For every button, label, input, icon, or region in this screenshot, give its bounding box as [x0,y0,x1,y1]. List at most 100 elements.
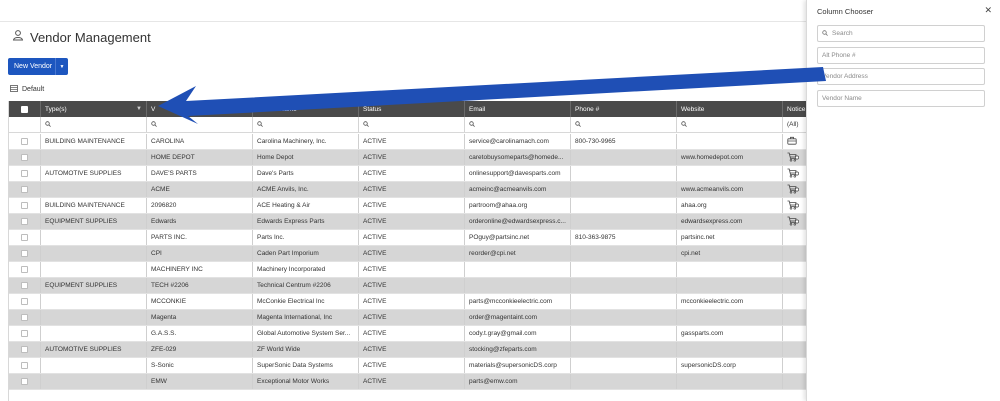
chevron-down-icon[interactable]: ▼ [55,58,68,75]
row-checkbox[interactable] [9,166,41,181]
filter-email[interactable] [465,117,571,132]
cell-notice[interactable] [783,278,808,293]
column-header-phone[interactable]: Phone # [571,101,677,117]
row-checkbox[interactable] [9,134,41,149]
column-option-vendor-address[interactable]: Vendor Address [817,68,985,85]
cart-icon[interactable] [787,200,799,212]
cell-notice[interactable] [783,182,808,197]
cell-status: ACTIVE [359,326,465,341]
cell-email: caretobuysomeparts@homede... [465,150,571,165]
table-row[interactable]: BUILDING MAINTENANCE CAROLINA Carolina Mac… [9,134,808,150]
row-checkbox[interactable] [9,230,41,245]
row-checkbox[interactable] [9,150,41,165]
cell-notice[interactable] [783,134,808,149]
table-row[interactable]: ACME ACME Anvils, Inc. ACTIVE acmeinc@acmea… [9,182,808,198]
table-row[interactable]: HOME DEPOT Home Depot ACTIVE caretobuysomep… [9,150,808,166]
filter-notices[interactable]: (All) [783,117,808,132]
row-checkbox[interactable] [9,278,41,293]
column-header-website[interactable]: Website [677,101,783,117]
cart-icon[interactable] [787,216,799,228]
filter-phone[interactable] [571,117,677,132]
grid-view-icon [10,84,18,94]
cart-icon[interactable] [787,184,799,196]
cell-email: order@magentaint.com [465,310,571,325]
table-row[interactable]: EQUIPMENT SUPPLIES TECH #2206 Technical Ce… [9,278,808,294]
new-vendor-button[interactable]: New Vendor ▼ [8,58,68,75]
row-checkbox[interactable] [9,358,41,373]
cell-website [677,134,783,149]
column-header-vendor[interactable]: V [147,101,253,117]
row-checkbox[interactable] [9,214,41,229]
cell-notice[interactable] [783,294,808,309]
cell-vendor: CAROLINA [147,134,253,149]
table-row[interactable]: Magenta Magenta International, Inc ACTIVE o… [9,310,808,326]
cell-status: ACTIVE [359,278,465,293]
cell-notice[interactable] [783,310,808,325]
row-checkbox[interactable] [9,374,41,389]
table-row[interactable]: EQUIPMENT SUPPLIES Edwards Edwards Express… [9,214,808,230]
cell-notice[interactable] [783,214,808,229]
table-row[interactable]: CPI Caden Part Imporium ACTIVE reorder@cpi.… [9,246,808,262]
grid-header-row: Type(s) ▼ V Vendor Name Status Email Phon… [9,101,808,117]
cell-phone [571,278,677,293]
table-row[interactable]: MACHINERY INC Machinery Incorporated ACTIV… [9,262,808,278]
view-selector[interactable]: Default [10,84,44,94]
search-icon [822,29,828,38]
cell-phone [571,342,677,357]
column-header-vendor-name[interactable]: Vendor Name [253,101,359,117]
table-row[interactable]: MCCONKIE McConkie Electrical Inc ACTIVE par… [9,294,808,310]
cell-notice[interactable] [783,358,808,373]
search-icon [45,120,51,129]
cell-phone [571,166,677,181]
filter-vendor[interactable] [147,117,253,132]
column-option-alt-phone[interactable]: Alt Phone # [817,47,985,64]
cell-type [41,262,147,277]
cell-notice[interactable] [783,262,808,277]
filter-website[interactable] [677,117,783,132]
cart-icon[interactable] [787,168,799,180]
cell-type [41,310,147,325]
row-checkbox[interactable] [9,182,41,197]
cell-notice[interactable] [783,198,808,213]
cell-notice[interactable] [783,246,808,261]
table-row[interactable]: S-Sonic SuperSonic Data Systems ACTIVE mate… [9,358,808,374]
column-option-vendor-name[interactable]: Vendor Name [817,90,985,107]
cell-email: partroom@ahaa.org [465,198,571,213]
row-checkbox[interactable] [9,198,41,213]
row-checkbox[interactable] [9,246,41,261]
cell-notice[interactable] [783,150,808,165]
cell-notice[interactable] [783,374,808,389]
cell-notice[interactable] [783,166,808,181]
row-checkbox[interactable] [9,310,41,325]
table-row[interactable]: G.A.S.S. Global Automotive System Ser... A… [9,326,808,342]
column-header-email[interactable]: Email [465,101,571,117]
row-checkbox[interactable] [9,342,41,357]
table-row[interactable]: BUILDING MAINTENANCE 2096820 ACE Heating &… [9,198,808,214]
cell-vendor: S-Sonic [147,358,253,373]
table-row[interactable]: AUTOMOTIVE SUPPLIES DAVE'S PARTS Dave's Pa… [9,166,808,182]
row-checkbox[interactable] [9,294,41,309]
cell-notice[interactable] [783,230,808,245]
row-checkbox[interactable] [9,326,41,341]
cell-notice[interactable] [783,342,808,357]
cart-icon[interactable] [787,152,799,164]
column-search-input[interactable]: Search [817,25,985,42]
cell-vendor: Edwards [147,214,253,229]
column-header-notices[interactable]: Notice [783,101,808,117]
funnel-icon[interactable]: ▼ [136,106,142,112]
filter-status[interactable] [359,117,465,132]
toolbox-icon[interactable] [787,136,797,147]
close-icon[interactable]: ✕ [984,5,992,16]
cell-notice[interactable] [783,326,808,341]
cell-vendor: CPI [147,246,253,261]
cell-phone [571,150,677,165]
column-header-types[interactable]: Type(s) ▼ [41,101,147,117]
select-all-checkbox[interactable] [9,101,41,117]
filter-types[interactable] [41,117,147,132]
table-row[interactable]: AUTOMOTIVE SUPPLIES ZFE-029 ZF World Wide A… [9,342,808,358]
column-header-status[interactable]: Status [359,101,465,117]
table-row[interactable]: PARTS INC. Parts Inc. ACTIVE POguy@partsinc… [9,230,808,246]
filter-vendor-name[interactable] [253,117,359,132]
row-checkbox[interactable] [9,262,41,277]
table-row[interactable]: EMW Exceptional Motor Works ACTIVE parts@em… [9,374,808,390]
